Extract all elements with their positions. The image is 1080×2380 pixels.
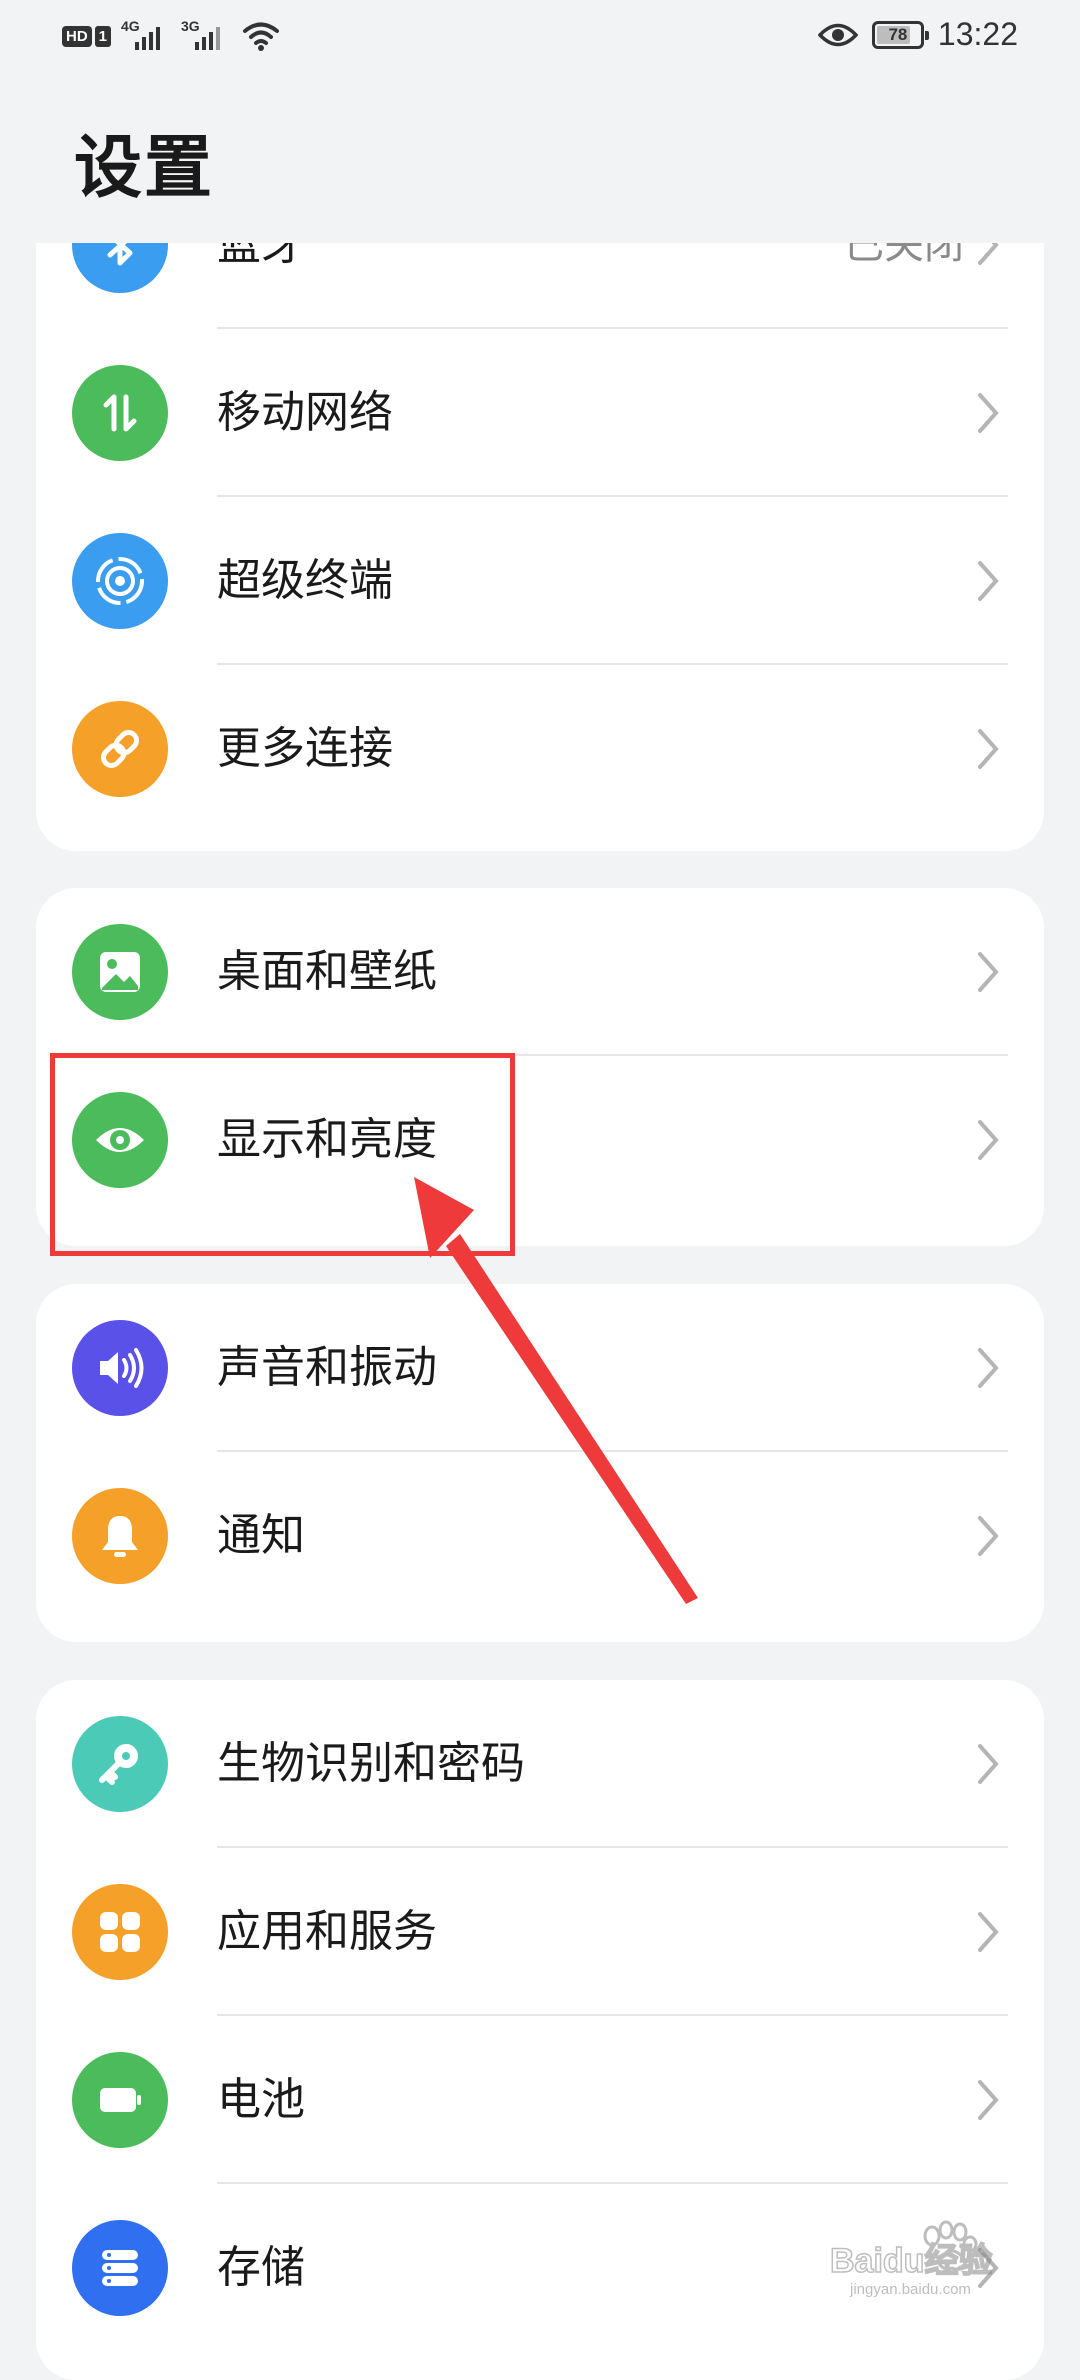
mobile-data-icon bbox=[72, 365, 168, 461]
setting-label: 移动网络 bbox=[217, 387, 393, 438]
storage-icon bbox=[72, 2220, 168, 2316]
status-bar: HD 1 4G 3G 78 13:22 bbox=[0, 0, 1080, 80]
setting-label: 蓝牙 bbox=[217, 243, 305, 270]
setting-item-biometrics[interactable]: 生物识别和密码 bbox=[36, 1680, 1044, 1848]
status-left: HD 1 4G 3G bbox=[62, 18, 281, 54]
key-icon bbox=[72, 1716, 168, 1812]
status-right: 78 13:22 bbox=[817, 16, 1018, 53]
bluetooth-icon bbox=[72, 243, 168, 293]
bell-icon bbox=[72, 1488, 168, 1584]
chevron-right-icon bbox=[978, 243, 999, 265]
watermark-subtext: jingyan.baidu.com bbox=[849, 2281, 971, 2298]
hd-badge: HD bbox=[62, 25, 92, 47]
settings-group-connectivity: 蓝牙 已关闭 移动网络 超级终端 更多连接 bbox=[36, 243, 1044, 851]
chevron-right-icon bbox=[978, 393, 999, 433]
sim-number: 1 bbox=[94, 25, 112, 47]
setting-label: 生物识别和密码 bbox=[217, 1738, 525, 1789]
setting-item-more-connections[interactable]: 更多连接 bbox=[36, 665, 1044, 833]
wallpaper-icon bbox=[72, 924, 168, 1020]
battery-indicator: 78 bbox=[871, 20, 929, 49]
signal-icon: 4G bbox=[121, 18, 171, 54]
link-icon bbox=[72, 701, 168, 797]
setting-label: 超级终端 bbox=[217, 555, 393, 606]
setting-label: 通知 bbox=[217, 1510, 305, 1561]
setting-item-bluetooth[interactable]: 蓝牙 已关闭 bbox=[36, 243, 1044, 329]
chevron-right-icon bbox=[978, 1120, 999, 1160]
eye-comfort-icon bbox=[817, 23, 858, 46]
apps-icon bbox=[72, 1884, 168, 1980]
battery-percent: 78 bbox=[888, 24, 908, 44]
battery-icon bbox=[72, 2052, 168, 2148]
watermark: Baidu经验 jingyan.baidu.com bbox=[829, 2210, 1050, 2300]
baidu-paw-logo: Baidu经验 jingyan.baidu.com bbox=[829, 2220, 993, 2298]
clock: 13:22 bbox=[937, 16, 1018, 52]
setting-item-wallpaper[interactable]: 桌面和壁纸 bbox=[36, 888, 1044, 1056]
setting-label: 应用和服务 bbox=[217, 1906, 437, 1957]
setting-label: 声音和振动 bbox=[217, 1342, 437, 1393]
setting-item-battery[interactable]: 电池 bbox=[36, 2016, 1044, 2184]
signal-icon-2: 3G bbox=[181, 18, 231, 54]
setting-item-super-device[interactable]: 超级终端 bbox=[36, 497, 1044, 665]
hd-indicator: HD 1 bbox=[62, 25, 112, 47]
setting-label: 电池 bbox=[217, 2074, 305, 2125]
watermark-text: Baidu经验 bbox=[830, 2241, 992, 2280]
chevron-right-icon bbox=[978, 1912, 999, 1952]
page-title: 设置 bbox=[74, 129, 215, 208]
wifi-icon bbox=[243, 22, 280, 51]
speaker-icon bbox=[72, 1320, 168, 1416]
setting-label: 存储 bbox=[217, 2242, 305, 2293]
chevron-right-icon bbox=[978, 729, 999, 769]
chevron-right-icon bbox=[978, 1516, 999, 1556]
setting-item-sound-vibration[interactable]: 声音和振动 bbox=[36, 1284, 1044, 1452]
chevron-right-icon bbox=[978, 1348, 999, 1388]
setting-value: 已关闭 bbox=[844, 243, 964, 268]
setting-label: 桌面和壁纸 bbox=[217, 946, 437, 997]
chevron-right-icon bbox=[978, 1744, 999, 1784]
super-device-icon bbox=[72, 533, 168, 629]
setting-item-mobile-network[interactable]: 移动网络 bbox=[36, 329, 1044, 497]
setting-item-notifications[interactable]: 通知 bbox=[36, 1452, 1044, 1620]
chevron-right-icon bbox=[978, 952, 999, 992]
highlight-box bbox=[50, 1053, 515, 1256]
chevron-right-icon bbox=[978, 561, 999, 601]
settings-group-sound: 声音和振动 通知 bbox=[36, 1284, 1044, 1642]
setting-label: 更多连接 bbox=[217, 723, 393, 774]
setting-item-apps-services[interactable]: 应用和服务 bbox=[36, 1848, 1044, 2016]
chevron-right-icon bbox=[978, 2080, 999, 2120]
